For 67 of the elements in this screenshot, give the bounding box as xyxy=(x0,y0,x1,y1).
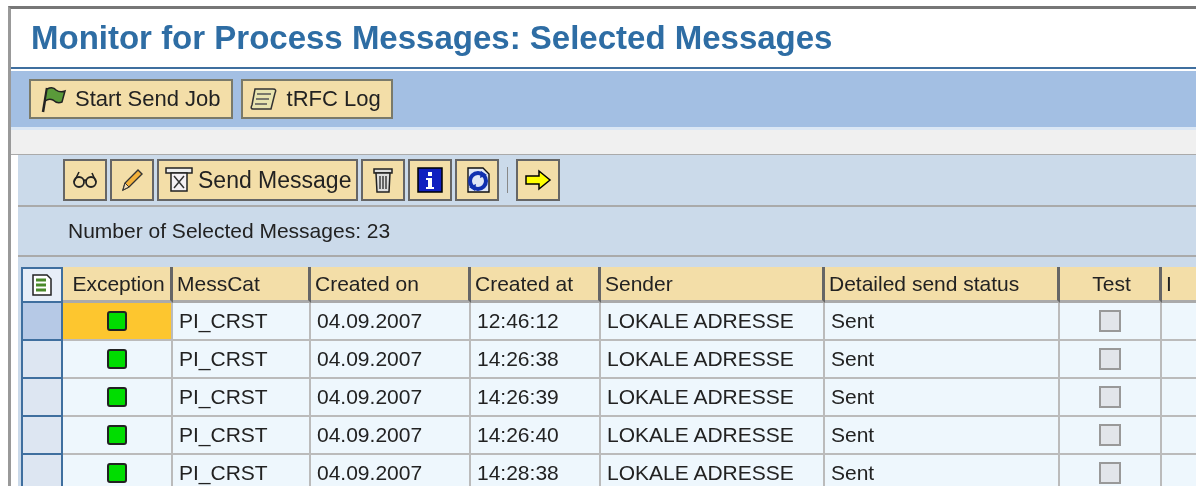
info-icon xyxy=(417,167,444,193)
table-cell: LOKALE ADRESSE xyxy=(601,379,825,417)
test-checkbox[interactable] xyxy=(1099,310,1121,332)
table-cell: 04.09.2007 xyxy=(311,417,471,455)
table-cell: 04.09.2007 xyxy=(311,303,471,341)
toolbar-button[interactable] xyxy=(110,159,154,201)
table-cell: PI_CRST xyxy=(173,303,311,341)
list-icon xyxy=(31,273,53,297)
trash-icon xyxy=(371,166,396,194)
table-cell: LOKALE ADRESSE xyxy=(601,303,825,341)
column-header[interactable]: Exception xyxy=(63,267,173,303)
row-selector[interactable] xyxy=(21,455,63,486)
arrow-right-icon xyxy=(523,169,554,191)
row-selector[interactable] xyxy=(21,379,63,417)
status-light-icon xyxy=(107,425,127,445)
test-checkbox[interactable] xyxy=(1099,462,1121,484)
table-cell: 04.09.2007 xyxy=(311,379,471,417)
toolbar-button[interactable] xyxy=(63,159,107,201)
table-cell: 14:26:38 xyxy=(471,341,601,379)
table-cell: 14:26:40 xyxy=(471,417,601,455)
toolbar-button[interactable] xyxy=(408,159,453,201)
table-cell: LOKALE ADRESSE xyxy=(601,417,825,455)
column-header[interactable]: Created at xyxy=(471,267,601,303)
table-cell: Sent xyxy=(825,379,1060,417)
toolbar-button[interactable] xyxy=(455,159,500,201)
column-header[interactable]: Test xyxy=(1060,267,1162,303)
table-cell: Sent xyxy=(825,455,1060,486)
scroll-icon xyxy=(248,85,279,113)
row-selector[interactable] xyxy=(21,417,63,455)
layout-button[interactable] xyxy=(21,267,63,303)
column-header[interactable]: Created on xyxy=(311,267,471,303)
status-light-icon xyxy=(107,463,127,483)
table-cell: 04.09.2007 xyxy=(311,341,471,379)
table-cell: Sent xyxy=(825,303,1060,341)
status-light-icon xyxy=(107,349,127,369)
test-checkbox[interactable] xyxy=(1099,424,1121,446)
message-count: Number of Selected Messages: 23 xyxy=(68,219,391,243)
table-cell: 14:26:39 xyxy=(471,379,601,417)
table-cell: 04.09.2007 xyxy=(311,455,471,486)
test-checkbox[interactable] xyxy=(1099,386,1121,408)
column-header[interactable]: Detailed send status xyxy=(825,267,1060,303)
table-cell: PI_CRST xyxy=(173,379,311,417)
table-cell: PI_CRST xyxy=(173,341,311,379)
toolbar-button[interactable]: tRFC Log xyxy=(240,79,393,119)
table-cell: Sent xyxy=(825,417,1060,455)
column-header[interactable]: Sender xyxy=(601,267,825,303)
toolbar-button[interactable] xyxy=(516,159,561,201)
table-cell: PI_CRST xyxy=(173,417,311,455)
row-selector[interactable] xyxy=(21,341,63,379)
test-checkbox[interactable] xyxy=(1099,348,1121,370)
toolbar-button[interactable] xyxy=(361,159,406,201)
row-selector[interactable] xyxy=(21,303,63,341)
pencil-icon xyxy=(119,167,145,193)
column-header[interactable]: I xyxy=(1162,267,1196,303)
status-light-icon xyxy=(107,387,127,407)
table-cell: PI_CRST xyxy=(173,455,311,486)
column-header[interactable]: MessCat xyxy=(173,267,311,303)
hourglass-icon xyxy=(164,166,194,194)
toolbar-button[interactable]: Start Send Job xyxy=(29,79,233,119)
send-message-button[interactable]: Send Message xyxy=(157,159,359,201)
table-cell: Sent xyxy=(825,341,1060,379)
table-cell: 12:46:12 xyxy=(471,303,601,341)
table-cell: LOKALE ADRESSE xyxy=(601,455,825,486)
table-cell: LOKALE ADRESSE xyxy=(601,341,825,379)
glasses-icon xyxy=(70,169,100,191)
status-light-icon xyxy=(107,311,127,331)
table-cell: 14:28:38 xyxy=(471,455,601,486)
